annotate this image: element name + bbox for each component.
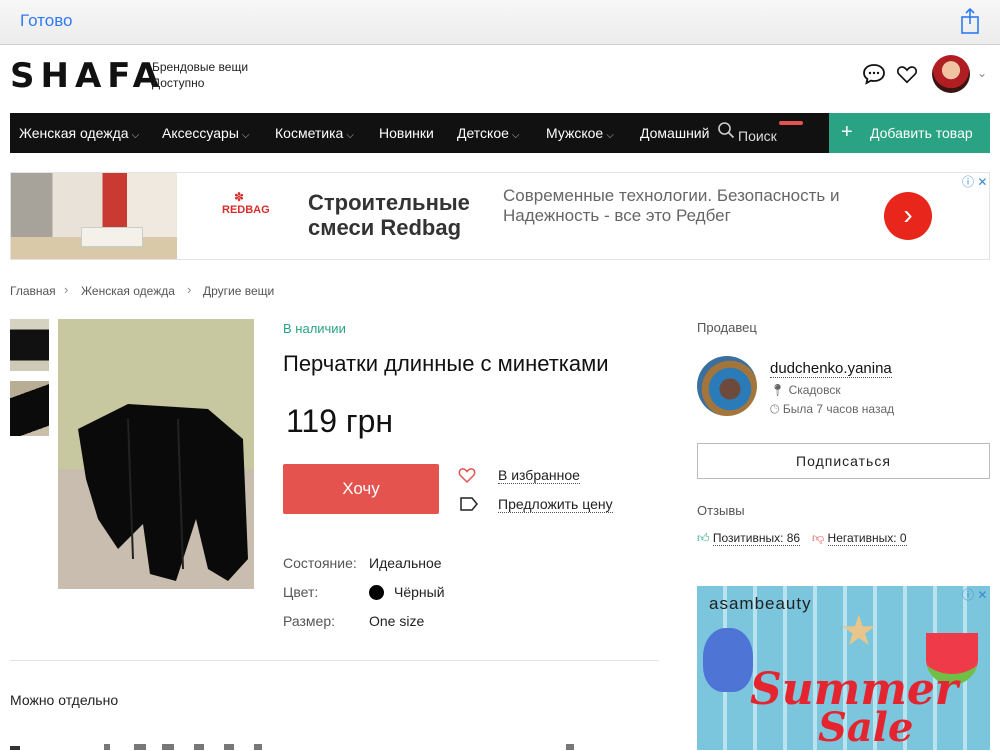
search-icon[interactable] <box>717 121 735 139</box>
share-icon[interactable] <box>960 8 980 34</box>
tagline-line-1: Брендовые вещи <box>152 60 249 74</box>
nav-item-cosmetics[interactable]: Косметика ⌵ <box>275 125 354 141</box>
size-label: Размер: <box>283 613 336 629</box>
positive-reviews-text: Позитивных: 86 <box>712 531 801 546</box>
nav-item-kids[interactable]: Детское ⌵ <box>457 125 520 141</box>
nav-item-women[interactable]: Женская одежда ⌵ <box>19 125 139 141</box>
subscribe-button[interactable]: Подписаться <box>697 443 990 479</box>
messages-icon[interactable] <box>862 62 886 86</box>
nav-item-home[interactable]: Домашний <box>640 125 709 141</box>
seller-location-text: Скадовск <box>788 383 841 397</box>
price-tag-icon[interactable] <box>460 497 478 511</box>
chevron-right-icon: › <box>64 282 69 297</box>
product-thumbnail[interactable] <box>10 381 49 436</box>
condition-value: Идеальное <box>369 555 442 571</box>
location-pin-icon: 📍︎ <box>770 383 786 397</box>
chevron-down-icon: ⌵ <box>131 130 140 141</box>
thumbs-up-icon: 👍︎ <box>697 531 710 545</box>
product-photo[interactable] <box>58 319 254 589</box>
color-label: Цвет: <box>283 584 319 600</box>
flip-flop-image <box>703 628 753 692</box>
search-indicator <box>779 121 803 125</box>
product-thumbnail[interactable] <box>10 319 49 371</box>
side-ad-sale-text: Sale <box>818 704 914 751</box>
seller-name-link[interactable]: dudchenko.yanina <box>770 360 892 378</box>
plus-icon: + <box>841 121 853 143</box>
seller-avatar[interactable] <box>697 356 757 416</box>
heart-icon[interactable] <box>458 467 476 483</box>
chevron-down-icon: ⌵ <box>346 130 354 141</box>
positive-reviews-link[interactable]: 👍︎ Позитивных: 86 <box>697 531 801 546</box>
seller-location: 📍︎ Скадовск <box>770 383 841 397</box>
tagline-line-2: Доступно <box>152 76 205 90</box>
nav-item-accessories[interactable]: Аксессуары ⌵ <box>162 125 249 141</box>
ad-info-icon[interactable]: ⓘ ✕ <box>962 173 987 190</box>
starfish-icon: ★ <box>840 607 878 654</box>
chevron-right-icon: › <box>187 282 192 297</box>
nav-item-men[interactable]: Мужское ⌵ <box>546 125 614 141</box>
breadcrumb-women[interactable]: Женская одежда <box>81 284 175 298</box>
chevron-down-icon: ⌵ <box>511 130 520 141</box>
condition-label: Состояние: <box>283 555 357 571</box>
chevron-down-icon: ⌵ <box>606 130 614 141</box>
done-button[interactable]: Готово <box>20 11 73 31</box>
want-button[interactable]: Хочу <box>283 464 439 514</box>
ad-title[interactable]: Строительные смеси Redbag <box>308 190 488 240</box>
offer-price-link[interactable]: Предложить цену <box>498 496 613 513</box>
seller-last-seen: 🕒︎ Была 7 часов назад <box>770 402 894 417</box>
negative-reviews-link[interactable]: 👎︎ Негативных: 0 <box>812 531 907 546</box>
category-nav: Женская одежда ⌵ Аксессуары ⌵ Косметика ⌵ Н… <box>10 113 829 153</box>
browser-toolbar <box>0 0 1000 45</box>
color-swatch <box>369 585 384 600</box>
chevron-down-icon: ⌵ <box>241 130 250 141</box>
seller-last-seen-text: Была 7 часов назад <box>782 402 895 416</box>
reviews-heading: Отзывы <box>697 503 745 518</box>
gloves-image <box>78 404 248 581</box>
maple-leaf-icon: ✽ <box>234 190 245 204</box>
add-product-label: Добавить товар <box>870 125 973 141</box>
ad-image-sofa <box>81 227 143 247</box>
chevron-down-icon[interactable]: ⌄ <box>977 66 987 80</box>
site-tagline: Брендовые вещи Доступно <box>152 59 248 91</box>
product-title: Перчатки длинные с минетками <box>283 351 609 376</box>
ad-arrow-button[interactable]: › <box>884 192 932 240</box>
divider <box>10 660 659 661</box>
color-value: Чёрный <box>394 584 445 600</box>
favorites-heart-icon[interactable] <box>896 63 918 85</box>
clock-icon: 🕒︎ <box>770 402 780 416</box>
search-input[interactable]: Поиск <box>738 128 777 144</box>
side-ad-brand: asambeauty <box>709 594 812 613</box>
user-avatar[interactable] <box>932 55 970 93</box>
size-value: One size <box>369 613 425 629</box>
site-logo[interactable]: SHAFA <box>10 56 165 96</box>
negative-reviews-text: Негативных: 0 <box>827 531 907 546</box>
ad-image[interactable] <box>11 173 177 259</box>
add-to-favorites-link[interactable]: В избранное <box>498 467 580 484</box>
separately-label: Можно отдельно <box>10 692 119 708</box>
seller-heading: Продавец <box>697 320 757 335</box>
ad-info-icon[interactable]: ⓘ ✕ <box>962 586 987 603</box>
ad-brand-logo: REDBAG <box>222 204 270 216</box>
product-price: 119 грн <box>286 403 394 439</box>
breadcrumb-home[interactable]: Главная <box>10 284 56 298</box>
breadcrumb-other[interactable]: Другие вещи <box>203 284 274 298</box>
thumbs-down-icon: 👎︎ <box>812 531 825 545</box>
nav-item-new[interactable]: Новинки <box>379 125 434 141</box>
availability-status: В наличии <box>283 321 346 336</box>
share-icons-row[interactable] <box>10 740 660 750</box>
add-product-button[interactable]: + Добавить товар <box>829 113 990 153</box>
ad-description: Современные технологии. Безопасность и Н… <box>503 186 840 225</box>
